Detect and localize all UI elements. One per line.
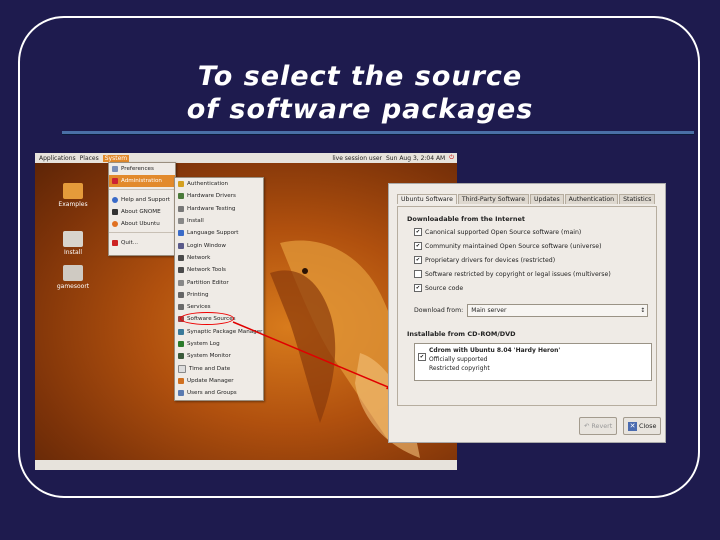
tab-updates[interactable]: Updates bbox=[530, 194, 564, 204]
option-source-code[interactable]: ✔ Source code bbox=[414, 284, 463, 292]
cdrom-line-3: Restricted copyright bbox=[429, 365, 490, 372]
tab-third-party-software[interactable]: Third-Party Software bbox=[457, 194, 530, 204]
option-universe[interactable]: ✔ Community maintained Open Source softwa… bbox=[414, 242, 601, 250]
cdrom-title: Cdrom with Ubuntu 8.04 'Hardy Heron' bbox=[429, 347, 561, 354]
cdrom-list: ✔ Cdrom with Ubuntu 8.04 'Hardy Heron' O… bbox=[414, 343, 652, 381]
option-restricted[interactable]: ✔ Proprietary drivers for devices (restri… bbox=[414, 256, 555, 264]
tab-authentication[interactable]: Authentication bbox=[564, 194, 619, 204]
checkbox-cdrom[interactable]: ✔ bbox=[418, 353, 426, 361]
checkbox-restricted[interactable]: ✔ bbox=[414, 256, 422, 264]
option-label: Community maintained Open Source softwar… bbox=[425, 242, 602, 250]
close-label: Close bbox=[639, 422, 657, 430]
close-icon: ✕ bbox=[628, 421, 637, 431]
download-from-row: Download from: Main server bbox=[414, 304, 649, 317]
option-label: Canonical supported Open Source software… bbox=[425, 228, 582, 236]
option-multiverse[interactable]: Software restricted by copyright or lega… bbox=[414, 270, 611, 278]
revert-button[interactable]: ↶ Revert bbox=[579, 417, 618, 435]
cdrom-line-2: Officially supported bbox=[429, 356, 488, 363]
download-from-label: Download from: bbox=[414, 307, 464, 314]
section-internet-heading: Downloadable from the Internet bbox=[407, 215, 526, 223]
checkbox-multiverse[interactable] bbox=[414, 270, 422, 278]
dialog-tabs: Ubuntu Software Third-Party Software Upd… bbox=[397, 194, 656, 204]
revert-label: Revert bbox=[591, 422, 613, 430]
option-label: Software restricted by copyright or lega… bbox=[425, 270, 611, 278]
software-sources-dialog: Ubuntu Software Third-Party Software Upd… bbox=[388, 183, 666, 443]
revert-icon: ↶ bbox=[584, 422, 590, 430]
section-cdrom-heading: Installable from CD-ROM/DVD bbox=[407, 330, 516, 338]
option-main[interactable]: ✔ Canonical supported Open Source softwar… bbox=[414, 228, 581, 236]
download-server-value: Main server bbox=[471, 307, 507, 314]
download-server-select[interactable]: Main server bbox=[467, 304, 649, 317]
tab-ubuntu-software[interactable]: Ubuntu Software bbox=[397, 194, 457, 204]
checkbox-universe[interactable]: ✔ bbox=[414, 242, 422, 250]
ubuntu-software-panel: Downloadable from the Internet ✔ Canonica… bbox=[397, 206, 657, 406]
option-label: Source code bbox=[425, 284, 464, 292]
checkbox-source-code[interactable]: ✔ bbox=[414, 284, 422, 292]
close-button[interactable]: ✕ Close bbox=[623, 417, 662, 435]
tab-statistics[interactable]: Statistics bbox=[619, 194, 656, 204]
checkbox-main[interactable]: ✔ bbox=[414, 228, 422, 236]
option-label: Proprietary drivers for devices (restric… bbox=[425, 256, 556, 264]
